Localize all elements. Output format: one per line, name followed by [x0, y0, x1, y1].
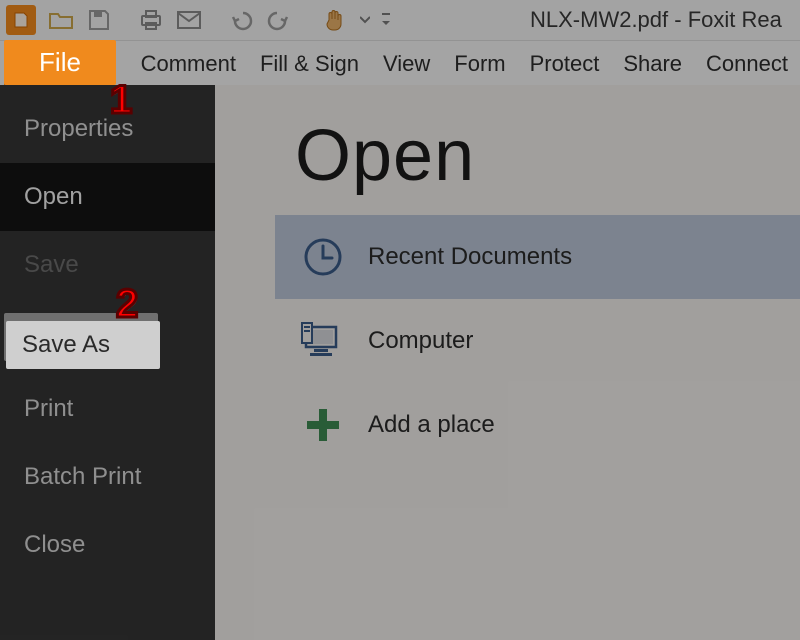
toolbar-overflow-icon[interactable]: [380, 5, 392, 35]
tab-form[interactable]: Form: [442, 41, 517, 86]
sidebar-item-open[interactable]: Open: [0, 163, 215, 231]
highlight-file-tab[interactable]: File: [4, 40, 116, 85]
computer-icon: [295, 319, 350, 363]
place-label: Add a place: [350, 411, 495, 439]
plus-icon: [295, 403, 350, 447]
callout-2: 2: [116, 282, 138, 327]
hand-tool-icon[interactable]: [320, 5, 350, 35]
undo-icon[interactable]: [226, 5, 256, 35]
backstage-heading: Open: [215, 85, 800, 197]
open-icon[interactable]: [46, 5, 76, 35]
place-add[interactable]: Add a place: [295, 383, 800, 467]
sidebar-item-close[interactable]: Close: [0, 511, 215, 579]
window-title: NLX-MW2.pdf - Foxit Rea: [530, 0, 782, 40]
sidebar-item-properties[interactable]: Properties: [0, 95, 215, 163]
sidebar-item-save: Save: [0, 231, 215, 299]
place-label: Computer: [350, 327, 473, 355]
quick-access-toolbar: NLX-MW2.pdf - Foxit Rea: [0, 0, 800, 41]
place-label: Recent Documents: [350, 243, 572, 271]
tab-fill-sign[interactable]: Fill & Sign: [248, 41, 371, 86]
open-places-list: Recent Documents Computer Add a place: [295, 215, 800, 467]
callout-1: 1: [110, 78, 132, 123]
redo-icon[interactable]: [264, 5, 294, 35]
save-icon[interactable]: [84, 5, 114, 35]
place-computer[interactable]: Computer: [295, 299, 800, 383]
backstage-main: Open Recent Documents Computer: [215, 85, 800, 640]
sidebar-item-batch-print[interactable]: Batch Print: [0, 443, 215, 511]
place-recent-documents[interactable]: Recent Documents: [275, 215, 800, 299]
tab-view[interactable]: View: [371, 41, 442, 86]
tab-share[interactable]: Share: [611, 41, 694, 86]
tab-protect[interactable]: Protect: [518, 41, 612, 86]
clock-icon: [295, 235, 350, 279]
tab-connect[interactable]: Connect: [694, 41, 800, 86]
mail-icon[interactable]: [174, 5, 204, 35]
highlight-save-as[interactable]: Save As: [6, 321, 160, 369]
print-icon[interactable]: [136, 5, 166, 35]
foxit-app-icon: [6, 5, 36, 35]
tab-comment[interactable]: Comment: [129, 41, 248, 86]
sidebar-item-print[interactable]: Print: [0, 375, 215, 443]
app-window: NLX-MW2.pdf - Foxit Rea File Home Commen…: [0, 0, 800, 640]
chevron-down-icon[interactable]: [358, 5, 372, 35]
